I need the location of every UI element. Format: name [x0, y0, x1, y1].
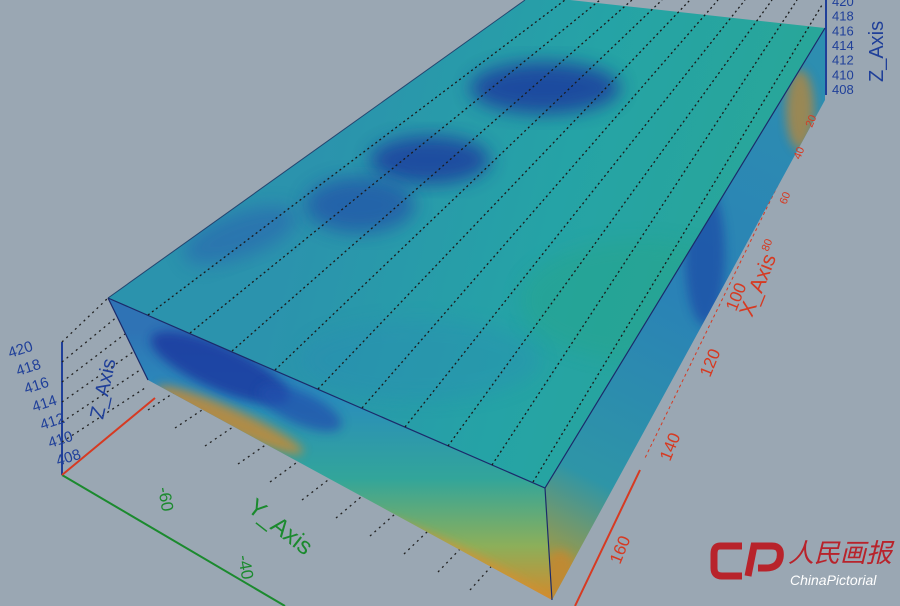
z-tick-label: 414 [832, 38, 854, 53]
z-tick-label: 416 [832, 23, 854, 38]
volume-chart: 408410412414416418420 408410412414416418… [6, 0, 895, 606]
x-tick-label: 60 [778, 190, 794, 206]
z-tick-label: 410 [832, 67, 854, 82]
watermark-english: ChinaPictorial [790, 572, 877, 588]
x-tick-label: 160 [606, 533, 634, 566]
watermark: 人民画报 ChinaPictorial [710, 539, 895, 588]
watermark-chinese: 人民画报 [788, 539, 895, 569]
y-tick-label: -40 [234, 553, 257, 581]
watermark-logo-icon [710, 542, 784, 580]
x-tick-label: 80 [760, 237, 776, 253]
x-tick-label: 120 [696, 346, 724, 379]
z-axis-title-right: Z_Axis [866, 21, 888, 82]
x-tick-label: 140 [656, 430, 684, 463]
z-tick-label: 420 [832, 0, 854, 9]
z-tick-label: 408 [832, 82, 854, 97]
z-axis-title-left: Z_Axis [86, 357, 120, 421]
z-ticks-right: 408410412414416418420 [832, 0, 854, 97]
z-ticks-left: 408410412414416418420 [6, 338, 83, 470]
y-tick-label: -60 [154, 485, 177, 513]
z-tick-label: 418 [832, 9, 854, 24]
y-axis-title: Y_Axis [242, 493, 317, 560]
y-ticks: -60 -40 [154, 485, 257, 581]
z-tick-label: 412 [832, 53, 854, 68]
